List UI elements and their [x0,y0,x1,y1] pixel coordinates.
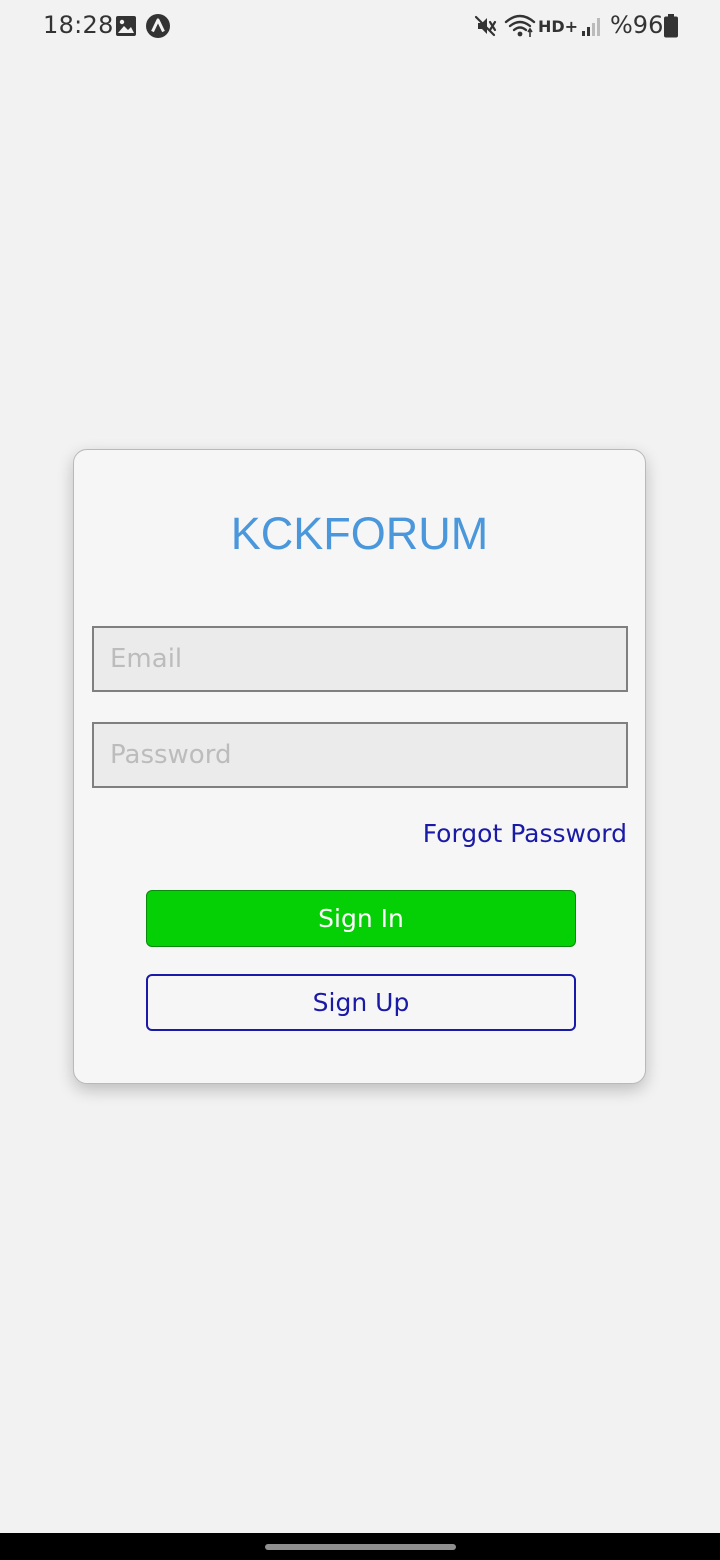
sign-in-button[interactable]: Sign In [146,890,576,947]
signal-icon [582,18,600,36]
password-input[interactable] [92,722,628,788]
battery-percent: %96 [610,11,664,39]
app-title: KCKFORUM [230,508,489,559]
home-gesture-handle[interactable] [265,1544,456,1550]
app-a-icon [146,14,170,38]
forgot-password-link[interactable]: Forgot Password [423,819,627,848]
vibrate-mute-icon [474,15,497,37]
login-card: KCKFORUM Forgot Password Sign In Sign Up [73,449,646,1084]
image-icon [116,16,136,36]
battery-icon [664,14,678,38]
network-type-label: HD+ [538,17,578,36]
status-time: 18:28 [43,11,114,39]
wifi-icon [504,14,536,37]
sign-up-button[interactable]: Sign Up [146,974,576,1031]
status-bar: 18:28 HD+ %96 [0,0,720,52]
email-input[interactable] [92,626,628,692]
svg-text:HD+: HD+ [538,17,578,36]
